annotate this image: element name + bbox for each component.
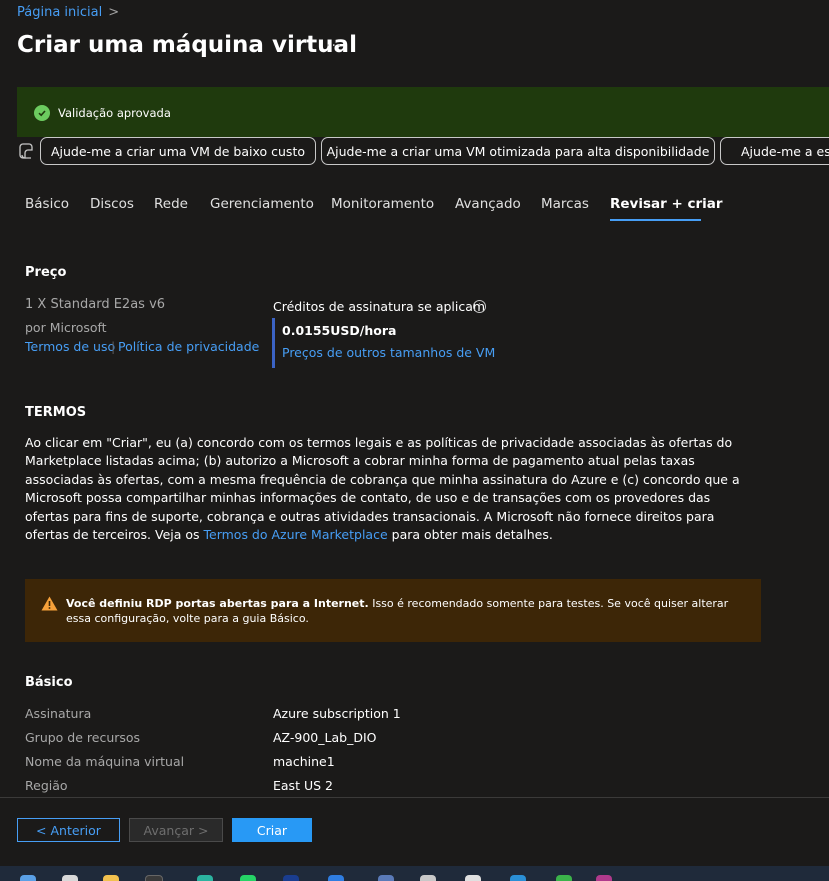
vm-name-value: machine1 <box>273 754 335 769</box>
terms-heading: TERMOS <box>25 405 87 420</box>
price-accent-bar <box>272 318 275 368</box>
tab-discos[interactable]: Discos <box>90 196 134 212</box>
tab-basico[interactable]: Básico <box>25 196 69 212</box>
region-label: Região <box>25 778 68 793</box>
rdp-warning-banner: Você definiu RDP portas abertas para a I… <box>25 579 761 642</box>
breadcrumb-home-link[interactable]: Página inicial <box>17 5 102 20</box>
warning-text: Você definiu RDP portas abertas para a I… <box>66 596 746 626</box>
terms-text-before: Ao clicar em "Criar", eu (a) concordo co… <box>25 435 740 543</box>
warning-icon <box>41 596 58 611</box>
chevron-right-icon: > <box>108 5 120 20</box>
warning-bold-text: Você definiu RDP portas abertas para a I… <box>66 597 369 610</box>
chat-icon[interactable] <box>240 875 256 881</box>
copilot-prompt-low-cost-vm[interactable]: Ajude-me a criar uma VM de baixo custo <box>40 137 316 165</box>
folder-icon[interactable] <box>103 875 119 881</box>
vm-name-label: Nome da máquina virtual <box>25 754 185 769</box>
previous-button[interactable]: < Anterior <box>17 818 120 842</box>
copilot-prompt-high-availability-vm[interactable]: Ajude-me a criar uma VM otimizada para a… <box>321 137 715 165</box>
product-name: 1 X Standard E2as v6 <box>25 297 166 312</box>
publisher: por Microsoft <box>25 320 107 335</box>
resource-group-value: AZ-900_Lab_DIO <box>273 730 377 745</box>
app-icon[interactable] <box>197 875 213 881</box>
terms-paragraph: Ao clicar em "Criar", eu (a) concordo co… <box>25 434 755 544</box>
app-icon[interactable] <box>596 875 612 881</box>
tab-avancado[interactable]: Avançado <box>455 196 521 212</box>
next-button[interactable]: Avançar > <box>129 818 223 842</box>
os-taskbar <box>0 866 829 881</box>
credits-text: Créditos de assinatura se aplicam <box>273 299 486 314</box>
tab-gerenciamento[interactable]: Gerenciamento <box>210 196 314 212</box>
create-button[interactable]: Criar <box>232 818 312 842</box>
terms-text-after: para obter mais detalhes. <box>387 527 553 543</box>
app-icon[interactable] <box>145 875 163 881</box>
app-icon[interactable] <box>556 875 572 881</box>
subscription-label: Assinatura <box>25 706 92 721</box>
basics-heading: Básico <box>25 675 73 690</box>
copilot-icon <box>19 143 33 159</box>
tab-monitoramento[interactable]: Monitoramento <box>331 196 434 212</box>
more-options-button[interactable]: ··· <box>326 38 342 54</box>
subscription-value: Azure subscription 1 <box>273 706 401 721</box>
link-divider: | <box>111 339 116 354</box>
region-value: East US 2 <box>273 778 333 793</box>
resource-group-label: Grupo de recursos <box>25 730 141 745</box>
copilot-prompt-choose-vm[interactable]: Ajude-me a esc <box>720 137 829 165</box>
other-sizes-pricing-link[interactable]: Preços de outros tamanhos de VM <box>282 345 495 360</box>
breadcrumb: Página inicial > <box>17 5 119 20</box>
tab-rede[interactable]: Rede <box>154 196 188 212</box>
app-icon[interactable] <box>378 875 394 881</box>
wizard-footer: < Anterior Avançar > Criar <box>0 797 829 868</box>
validation-text: Validação aprovada <box>58 106 171 120</box>
price-heading: Preço <box>25 265 67 280</box>
app-icon[interactable] <box>283 875 299 881</box>
tab-marcas[interactable]: Marcas <box>541 196 589 212</box>
file-icon[interactable] <box>62 875 78 881</box>
start-icon[interactable] <box>20 875 36 881</box>
app-icon[interactable] <box>510 875 526 881</box>
privacy-policy-link[interactable]: Política de privacidade <box>118 339 259 354</box>
app-icon[interactable] <box>420 875 436 881</box>
page-title: Criar uma máquina virtual <box>17 32 357 58</box>
info-icon[interactable]: i <box>473 300 486 313</box>
validation-banner: Validação aprovada <box>17 87 829 137</box>
checkmark-circle-icon <box>34 105 50 121</box>
tab-revisar-criar[interactable]: Revisar + criar <box>610 196 723 212</box>
terms-of-use-link[interactable]: Termos de uso <box>25 339 115 354</box>
app-icon[interactable] <box>328 875 344 881</box>
active-tab-indicator <box>610 219 701 221</box>
price-rate: 0.0155USD/hora <box>282 323 397 338</box>
app-icon[interactable] <box>465 875 481 881</box>
azure-marketplace-terms-link[interactable]: Termos do Azure Marketplace <box>204 527 388 542</box>
